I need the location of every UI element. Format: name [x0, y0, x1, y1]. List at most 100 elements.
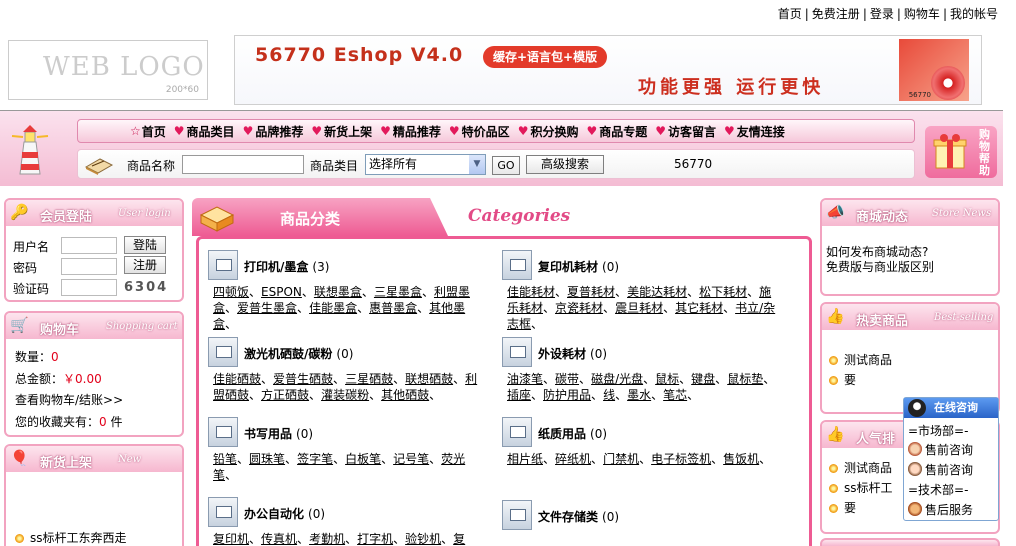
chat-presales-2[interactable]: 售前咨询 — [908, 461, 973, 478]
advanced-search-button[interactable]: 高级搜索 — [526, 155, 604, 174]
subcategory-link[interactable]: 三星墨盒 — [374, 285, 422, 299]
top-link[interactable]: 首页 — [778, 7, 802, 21]
subcategory-link[interactable]: 联想墨盒 — [314, 285, 362, 299]
chevron-down-icon[interactable]: ▼ — [469, 155, 485, 174]
top-link[interactable]: 登录 — [870, 7, 894, 21]
top-link[interactable]: 购物车 — [904, 7, 940, 21]
subcategory-link[interactable]: 爱普生墨盒 — [237, 301, 297, 315]
nav-item[interactable]: ♥ 访客留言 — [655, 123, 716, 140]
page-scrollbar[interactable] — [1003, 0, 1016, 546]
news-item[interactable]: 如何发布商城动态? — [826, 245, 994, 260]
category-name[interactable]: 复印机耗材 (0) — [538, 258, 619, 275]
subcategory-link[interactable]: 考勤机 — [309, 532, 345, 546]
nav-item[interactable]: ♥ 友情连接 — [724, 123, 785, 140]
category-header[interactable]: 外设耗材 (0) — [496, 337, 782, 367]
news-item[interactable]: 免费版与商业版区别 — [826, 260, 994, 275]
subcategory-link[interactable]: 售饭机 — [723, 452, 759, 466]
subcategory-link[interactable]: ESPON — [261, 285, 302, 299]
register-button[interactable]: 注册 — [124, 256, 166, 274]
subcategory-link[interactable]: 惠普墨盒 — [369, 301, 417, 315]
subcategory-link[interactable]: 插座 — [507, 388, 531, 402]
product-name-input[interactable] — [182, 155, 304, 174]
top-link[interactable]: 免费注册 — [812, 7, 860, 21]
category-header[interactable]: 纸质用品 (0) — [496, 417, 782, 447]
subcategory-link[interactable]: 京瓷耗材 — [555, 301, 603, 315]
subcategory-link[interactable]: 复印机 — [213, 532, 249, 546]
nav-item[interactable]: ♥ 新货上架 — [311, 123, 372, 140]
subcategory-link[interactable]: 其他硒鼓 — [381, 388, 429, 402]
subcategory-link[interactable]: 佳能硒鼓 — [213, 372, 261, 386]
subcategory-link[interactable]: 夏普耗材 — [567, 285, 615, 299]
subcategory-link[interactable]: 碎纸机 — [555, 452, 591, 466]
subcategory-link[interactable]: 线 — [603, 388, 615, 402]
subcategory-link[interactable]: 键盘 — [691, 372, 715, 386]
subcategory-link[interactable]: 记号笔 — [393, 452, 429, 466]
banner[interactable]: 56770 Eshop V4.0 缓存+语言包+模版 功能更强 运行更快 567… — [234, 35, 982, 105]
subcategory-link[interactable]: 方正硒鼓 — [261, 388, 309, 402]
top-link[interactable]: 我的帐号 — [950, 7, 998, 21]
subcategory-link[interactable]: 震旦耗材 — [615, 301, 663, 315]
subcategory-link[interactable]: 鼠标垫 — [727, 372, 763, 386]
login-button[interactable]: 登陆 — [124, 236, 166, 254]
online-chat-widget[interactable]: 在线咨询 =市场部=- 售前咨询 售前咨询 =技术部=- 售后服务 — [903, 397, 999, 521]
category-header[interactable]: 复印机耗材 (0) — [496, 250, 782, 280]
subcategory-link[interactable]: 笔芯 — [663, 388, 687, 402]
subcategory-link[interactable]: 签字笔 — [297, 452, 333, 466]
category-header[interactable]: 书写用品 (0) — [202, 417, 488, 447]
subcategory-link[interactable]: 美能达耗材 — [627, 285, 687, 299]
category-header[interactable]: 文件存储类 (0) — [496, 500, 782, 530]
subcategory-link[interactable]: 三星硒鼓 — [345, 372, 393, 386]
category-name[interactable]: 打印机/墨盒 (3) — [244, 258, 329, 275]
category-header[interactable]: 办公自动化 (0) — [202, 497, 488, 527]
password-input[interactable] — [61, 258, 117, 275]
view-cart-link[interactable]: 查看购物车/结账>> — [15, 391, 123, 408]
subcategory-link[interactable]: 打字机 — [357, 532, 393, 546]
subcategory-link[interactable]: 电子标签机 — [651, 452, 711, 466]
category-name[interactable]: 文件存储类 (0) — [538, 508, 619, 525]
list-item[interactable]: 测试商品 — [829, 350, 998, 370]
list-item[interactable]: 要 — [829, 370, 998, 390]
subcategory-link[interactable]: 爱普生硒鼓 — [273, 372, 333, 386]
subcategory-link[interactable]: 防护用品 — [543, 388, 591, 402]
category-header[interactable]: 打印机/墨盒 (3) — [202, 250, 488, 280]
nav-item[interactable]: ☆ 首页 — [130, 123, 166, 140]
nav-item[interactable]: ♥ 品牌推荐 — [243, 123, 304, 140]
nav-item[interactable]: ♥ 商品类目 — [174, 123, 235, 140]
category-select[interactable]: 选择所有 ▼ — [365, 154, 486, 175]
subcategory-link[interactable]: 门禁机 — [603, 452, 639, 466]
nav-item[interactable]: ♥ 积分换购 — [518, 123, 579, 140]
subcategory-link[interactable]: 灌装碳粉 — [321, 388, 369, 402]
subcategory-link[interactable]: 四顿饭 — [213, 285, 249, 299]
nav-item[interactable]: ♥ 精品推荐 — [380, 123, 441, 140]
category-name[interactable]: 书写用品 (0) — [244, 425, 313, 442]
subcategory-link[interactable]: 相片纸 — [507, 452, 543, 466]
nav-item[interactable]: ♥ 特价品区 — [449, 123, 510, 140]
subcategory-link[interactable]: 松下耗材 — [699, 285, 747, 299]
subcategory-link[interactable]: 油漆笔 — [507, 372, 543, 386]
subcategory-link[interactable]: 联想硒鼓 — [405, 372, 453, 386]
chat-aftersales[interactable]: 售后服务 — [908, 501, 973, 518]
list-item[interactable]: ss标杆工东奔西走 — [15, 529, 127, 546]
category-name[interactable]: 纸质用品 (0) — [538, 425, 607, 442]
go-button[interactable]: GO — [492, 156, 520, 175]
shopping-help-button[interactable]: 购物帮助 — [925, 126, 997, 178]
subcategory-link[interactable]: 圆珠笔 — [249, 452, 285, 466]
nav-item[interactable]: ♥ 商品专题 — [586, 123, 647, 140]
subcategory-link[interactable]: 其它耗材 — [675, 301, 723, 315]
username-input[interactable] — [61, 237, 117, 254]
category-name[interactable]: 外设耗材 (0) — [538, 345, 607, 362]
subcategory-link[interactable]: 佳能墨盒 — [309, 301, 357, 315]
subcategory-link[interactable]: 传真机 — [261, 532, 297, 546]
subcategory-link[interactable]: 磁盘/光盘 — [591, 372, 643, 386]
chat-presales-1[interactable]: 售前咨询 — [908, 441, 973, 458]
subcategory-link[interactable]: 碳带 — [555, 372, 579, 386]
category-header[interactable]: 激光机硒鼓/碳粉 (0) — [202, 337, 488, 367]
subcategory-link[interactable]: 验钞机 — [405, 532, 441, 546]
subcategory-link[interactable]: 白板笔 — [345, 452, 381, 466]
subcategory-link[interactable]: 鼠标 — [655, 372, 679, 386]
subcategory-link[interactable]: 佳能耗材 — [507, 285, 555, 299]
category-name[interactable]: 办公自动化 (0) — [244, 505, 325, 522]
subcategory-link[interactable]: 铅笔 — [213, 452, 237, 466]
category-name[interactable]: 激光机硒鼓/碳粉 (0) — [244, 345, 353, 362]
captcha-input[interactable] — [61, 279, 117, 296]
